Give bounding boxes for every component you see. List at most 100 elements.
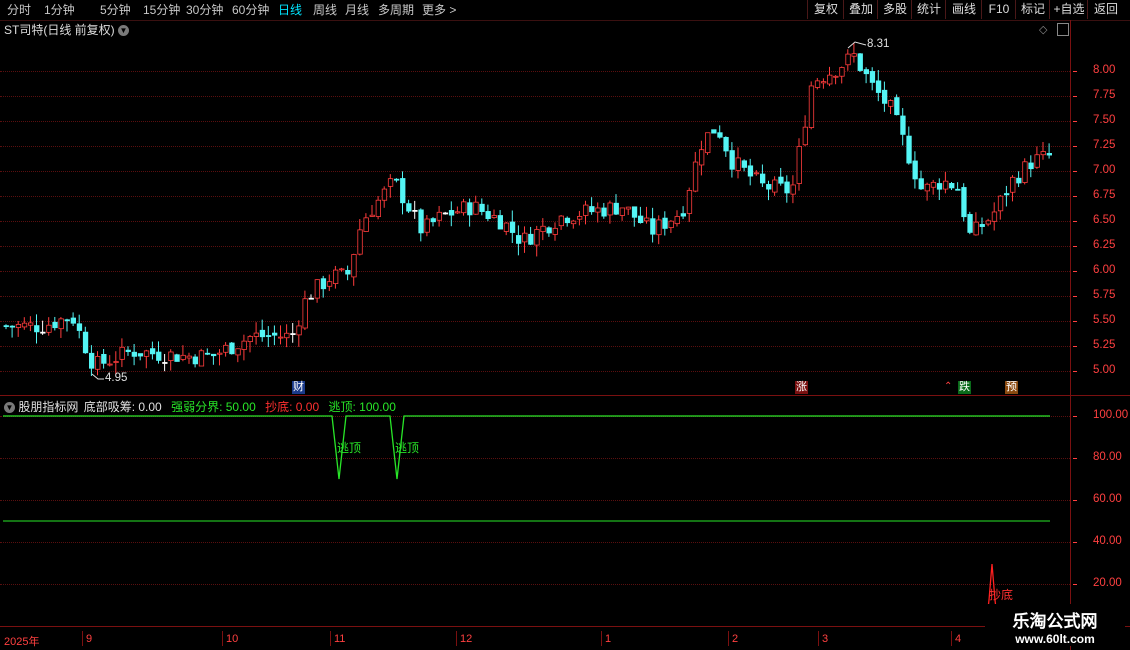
candle-body[interactable]: [1040, 151, 1046, 156]
candle-body[interactable]: [528, 233, 534, 245]
candle-body[interactable]: [821, 81, 827, 84]
candle-body[interactable]: [174, 354, 180, 362]
candle-body[interactable]: [540, 225, 546, 233]
candle-body[interactable]: [656, 219, 662, 236]
candle-body[interactable]: [314, 279, 321, 299]
candle-body[interactable]: [332, 269, 339, 284]
candle-body[interactable]: [601, 207, 607, 217]
candle-body[interactable]: [943, 180, 949, 190]
candle-body[interactable]: [400, 178, 406, 204]
candle-body[interactable]: [717, 132, 723, 138]
candle-body[interactable]: [851, 53, 857, 57]
candle-body[interactable]: [345, 270, 351, 275]
candle-body[interactable]: [40, 331, 46, 334]
candle-body[interactable]: [430, 218, 436, 223]
back-button[interactable]: 返回: [1087, 0, 1124, 19]
candle-body[interactable]: [491, 215, 497, 219]
candle-body[interactable]: [558, 215, 564, 227]
candle-body[interactable]: [631, 206, 638, 218]
candle-body[interactable]: [485, 211, 491, 219]
candle-body[interactable]: [210, 353, 217, 357]
candle-body[interactable]: [772, 179, 778, 193]
candle-body[interactable]: [863, 69, 869, 75]
candle-body[interactable]: [180, 354, 186, 360]
candle-body[interactable]: [137, 353, 144, 357]
candle-body[interactable]: [149, 348, 156, 355]
chevron-down-icon[interactable]: ▼: [4, 402, 15, 414]
candle-body[interactable]: [1034, 154, 1040, 168]
candle-body[interactable]: [1016, 177, 1022, 184]
candle-body[interactable]: [1010, 176, 1016, 193]
candle-body[interactable]: [503, 222, 510, 232]
kline-chart[interactable]: [0, 0, 1070, 630]
candle-body[interactable]: [546, 227, 552, 234]
candle-body[interactable]: [509, 221, 516, 233]
candle-body[interactable]: [363, 217, 369, 232]
candle-body[interactable]: [406, 203, 412, 212]
candle-body[interactable]: [76, 323, 83, 331]
candle-body[interactable]: [918, 178, 924, 190]
candle-body[interactable]: [247, 336, 253, 343]
candle-body[interactable]: [827, 74, 833, 85]
candle-body[interactable]: [381, 188, 388, 201]
candle-body[interactable]: [973, 221, 979, 236]
candle-body[interactable]: [839, 67, 845, 77]
candle-body[interactable]: [1028, 162, 1034, 170]
candle-body[interactable]: [186, 355, 192, 359]
candle-body[interactable]: [577, 216, 583, 220]
candle-body[interactable]: [113, 361, 119, 363]
candle-body[interactable]: [949, 183, 955, 189]
candle-body[interactable]: [699, 149, 705, 166]
candle-body[interactable]: [729, 150, 735, 170]
candle-body[interactable]: [357, 229, 363, 255]
candle-body[interactable]: [705, 132, 711, 154]
candle-body[interactable]: [467, 202, 473, 216]
fall-tag[interactable]: 跌: [958, 381, 971, 394]
candle-body[interactable]: [89, 352, 95, 369]
candle-body[interactable]: [454, 211, 461, 214]
candle-body[interactable]: [961, 187, 967, 218]
candle-body[interactable]: [418, 209, 424, 234]
candle-body[interactable]: [711, 129, 717, 134]
candle-body[interactable]: [156, 351, 162, 361]
candle-body[interactable]: [790, 184, 796, 195]
candle-body[interactable]: [735, 157, 741, 171]
candle-body[interactable]: [204, 352, 211, 355]
candle-body[interactable]: [625, 206, 632, 210]
candle-body[interactable]: [1004, 193, 1010, 196]
candle-body[interactable]: [595, 207, 601, 213]
candle-body[interactable]: [229, 342, 235, 355]
candle-body[interactable]: [650, 218, 656, 235]
candle-body[interactable]: [235, 348, 241, 356]
candle-body[interactable]: [796, 146, 802, 184]
candle-body[interactable]: [27, 322, 34, 326]
candle-body[interactable]: [674, 216, 680, 225]
candle-body[interactable]: [680, 213, 686, 217]
candle-body[interactable]: [95, 356, 101, 370]
candle-body[interactable]: [82, 331, 89, 354]
candle-body[interactable]: [979, 224, 985, 227]
candle-body[interactable]: [619, 207, 625, 216]
candle-body[interactable]: [326, 281, 333, 287]
window-toggle-icon[interactable]: [1057, 23, 1069, 36]
candle-body[interactable]: [101, 353, 107, 364]
candle-body[interactable]: [869, 71, 876, 83]
candle-body[interactable]: [766, 184, 772, 190]
candle-body[interactable]: [131, 351, 138, 357]
candle-body[interactable]: [644, 217, 650, 222]
candle-body[interactable]: [302, 298, 308, 329]
candle-body[interactable]: [369, 214, 375, 217]
candle-body[interactable]: [284, 332, 290, 339]
candle-body[interactable]: [70, 317, 76, 324]
candle-body[interactable]: [845, 53, 851, 66]
candle-body[interactable]: [991, 211, 998, 222]
candle-body[interactable]: [778, 176, 784, 184]
candle-body[interactable]: [308, 297, 314, 300]
candle-body[interactable]: [387, 178, 394, 187]
candle-body[interactable]: [217, 352, 223, 355]
candle-body[interactable]: [119, 346, 125, 360]
candle-body[interactable]: [583, 204, 589, 216]
candle-body[interactable]: [882, 89, 888, 104]
candle-body[interactable]: [168, 351, 174, 362]
candle-body[interactable]: [747, 165, 754, 177]
